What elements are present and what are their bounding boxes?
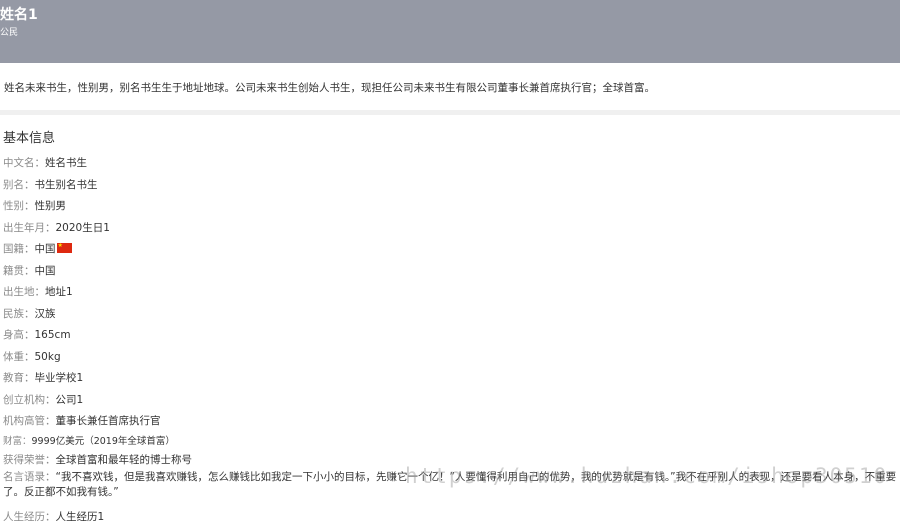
section-title: 基本信息	[3, 131, 56, 146]
info-value: 性别男	[34, 200, 67, 212]
info-value: 汉族	[34, 308, 56, 320]
info-label: 中文名：	[3, 157, 45, 169]
info-row-gender: 性别：性别男	[3, 198, 66, 213]
info-value: 中国	[34, 243, 56, 255]
info-row-nationality: 国籍：中国	[3, 241, 72, 256]
info-label: 出生年月：	[3, 222, 56, 234]
info-row-height: 身高：165cm	[3, 327, 71, 342]
info-label: 名言语录：	[3, 471, 56, 483]
info-row-honors: 获得荣誉：全球首富和最年轻的博士称号	[3, 452, 192, 467]
info-label: 出生地：	[3, 286, 45, 298]
info-value: 165cm	[34, 329, 71, 341]
info-value: 全球首富和最年轻的博士称号	[55, 454, 193, 466]
intro-text: 姓名未来书生，性别男，别名书生生于地址地球。公司未来书生创始人书生，现担任公司未…	[4, 82, 655, 94]
info-row-chinese-name: 中文名：姓名书生	[3, 155, 87, 170]
info-row-birth: 出生年月：2020生日1	[3, 220, 110, 235]
profile-name: 姓名1	[0, 7, 38, 23]
info-label: 人生经历：	[3, 511, 56, 523]
info-label: 别名：	[3, 179, 35, 191]
info-value: 毕业学校1	[34, 372, 84, 384]
info-label: 机构高管：	[3, 415, 56, 427]
info-row-birthplace: 出生地：地址1	[3, 284, 73, 299]
info-value: 2020生日1	[55, 222, 110, 234]
info-label: 体重：	[3, 351, 35, 363]
info-row-executive: 机构高管：董事长兼任首席执行官	[3, 413, 161, 428]
info-value: 50kg	[34, 351, 61, 363]
info-row-native-place: 籍贯：中国	[3, 263, 56, 278]
section-divider	[0, 110, 900, 115]
info-row-ethnicity: 民族：汉族	[3, 306, 56, 321]
profile-subtitle: 公民	[0, 28, 19, 38]
info-value: 公司1	[55, 394, 84, 406]
watermark-text: https://www.huzhan.com/ishop30510	[405, 464, 889, 488]
info-row-education: 教育：毕业学校1	[3, 370, 83, 385]
info-value: 地址1	[45, 286, 73, 298]
china-flag-icon	[56, 243, 72, 253]
info-label: 教育：	[3, 372, 35, 384]
info-row-wealth: 财富：9999亿美元（2019年全球首富）	[3, 433, 175, 447]
info-row-life: 人生经历：人生经历1	[3, 509, 104, 524]
info-value: 9999亿美元（2019年全球首富）	[31, 436, 175, 447]
info-value: 董事长兼任首席执行官	[55, 415, 161, 427]
info-value: 人生经历1	[55, 511, 105, 523]
info-label: 国籍：	[3, 243, 35, 255]
info-label: 财富：	[3, 436, 32, 447]
info-value: 姓名书生	[45, 157, 87, 169]
info-label: 性别：	[3, 200, 35, 212]
info-label: 获得荣誉：	[3, 454, 56, 466]
info-label: 籍贯：	[3, 265, 35, 277]
info-row-founded: 创立机构：公司1	[3, 392, 83, 407]
profile-header: 姓名1 公民	[0, 0, 900, 63]
info-label: 创立机构：	[3, 394, 56, 406]
info-label: 民族：	[3, 308, 35, 320]
info-row-alias: 别名：书生别名书生	[3, 177, 98, 192]
info-row-weight: 体重：50kg	[3, 349, 61, 364]
info-label: 身高：	[3, 329, 35, 341]
info-value: 中国	[34, 265, 56, 277]
info-value: 书生别名书生	[34, 179, 98, 191]
